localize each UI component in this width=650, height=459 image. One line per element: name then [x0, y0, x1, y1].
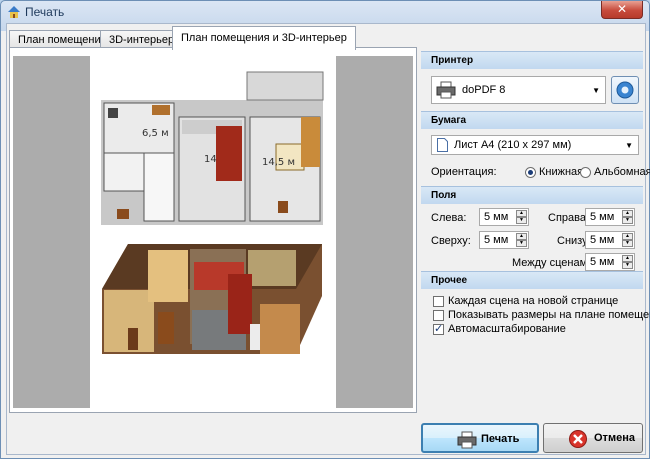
- portrait-radio[interactable]: [525, 167, 536, 178]
- cancel-button-label: Отмена: [594, 432, 635, 444]
- paper-sheet: 6,5 м 14 14,5 м: [90, 56, 336, 408]
- section-header-margins: Поля: [421, 186, 643, 204]
- margin-left-value: 5 мм: [484, 211, 509, 223]
- chevron-down-icon: ▼: [625, 141, 633, 150]
- spinner-arrows[interactable]: ▲ ▼: [516, 233, 527, 247]
- 3d-interior-image: [102, 244, 322, 354]
- spinner-arrows[interactable]: ▲ ▼: [516, 210, 527, 224]
- section-header-printer: Принтер: [421, 51, 643, 69]
- printer-name: doPDF 8: [462, 84, 506, 96]
- room-label-kitchen: 6,5 м: [142, 128, 169, 139]
- margin-top-input[interactable]: 5 мм ▲ ▼: [479, 231, 529, 249]
- show-dimensions-label[interactable]: Показывать размеры на плане помещения: [448, 309, 650, 321]
- print-settings-panel: Принтер doPDF 8 ▼ Бумага Лист A4 (210 x …: [421, 49, 650, 413]
- cancel-icon: [569, 430, 587, 448]
- autoscale-checkbox[interactable]: [433, 322, 444, 335]
- close-button[interactable]: ✕: [601, 1, 643, 19]
- new-page-checkbox[interactable]: [433, 296, 444, 307]
- margin-top-label: Сверху:: [431, 235, 471, 247]
- printer-icon: [436, 81, 456, 99]
- preview-panel: 6,5 м 14 14,5 м: [9, 47, 417, 413]
- gear-icon: [616, 81, 634, 99]
- dialog-body: План помещения 3D-интерьер План помещени…: [6, 23, 650, 455]
- print-button[interactable]: Печать: [421, 423, 539, 453]
- window-title: Печать: [25, 5, 65, 19]
- landscape-radio[interactable]: [580, 167, 591, 178]
- section-header-paper: Бумага: [421, 111, 643, 129]
- print-preview-area: 6,5 м 14 14,5 м: [13, 56, 413, 408]
- document-icon: [437, 138, 448, 152]
- portrait-label[interactable]: Книжная: [539, 166, 583, 178]
- landscape-label[interactable]: Альбомная: [594, 166, 650, 178]
- title-bar[interactable]: Печать ✕: [1, 1, 649, 23]
- printer-icon: [457, 431, 477, 449]
- margin-right-input[interactable]: 5 мм ▲ ▼: [585, 208, 635, 226]
- spinner-arrows[interactable]: ▲ ▼: [622, 233, 633, 247]
- cancel-button[interactable]: Отмена: [543, 423, 643, 453]
- margin-top-value: 5 мм: [484, 234, 509, 246]
- paper-size-value: Лист A4 (210 x 297 мм): [454, 139, 572, 151]
- margin-bottom-value: 5 мм: [590, 234, 615, 246]
- scene-gap-label: Между сценами:: [512, 257, 597, 269]
- show-dimensions-checkbox[interactable]: [433, 310, 444, 321]
- spinner-arrows[interactable]: ▲ ▼: [622, 210, 633, 224]
- margin-right-label: Справа:: [548, 212, 590, 224]
- margin-right-value: 5 мм: [590, 211, 615, 223]
- paper-size-select[interactable]: Лист A4 (210 x 297 мм) ▼: [431, 135, 639, 155]
- spinner-arrows[interactable]: ▲ ▼: [622, 255, 633, 269]
- new-page-label[interactable]: Каждая сцена на новой странице: [448, 295, 618, 307]
- margin-left-label: Слева:: [431, 212, 467, 224]
- orientation-label: Ориентация:: [431, 166, 497, 178]
- house-icon: [8, 6, 20, 18]
- print-dialog-window: Печать ✕ План помещения 3D-интерьер План…: [0, 0, 650, 459]
- margin-left-input[interactable]: 5 мм ▲ ▼: [479, 208, 529, 226]
- print-button-label: Печать: [481, 433, 520, 445]
- printer-select[interactable]: doPDF 8 ▼: [431, 76, 606, 104]
- room-label-living: 14: [204, 154, 217, 165]
- scene-gap-value: 5 мм: [590, 256, 615, 268]
- tab-plan-and-3d[interactable]: План помещения и 3D-интерьер: [172, 26, 356, 50]
- scene-gap-input[interactable]: 5 мм ▲ ▼: [585, 253, 635, 271]
- chevron-down-icon: ▼: [592, 86, 600, 95]
- margin-bottom-input[interactable]: 5 мм ▲ ▼: [585, 231, 635, 249]
- printer-settings-button[interactable]: [611, 76, 639, 104]
- section-header-other: Прочее: [421, 271, 643, 289]
- autoscale-label[interactable]: Автомасштабирование: [448, 323, 566, 335]
- room-label-bedroom: 14,5 м: [262, 157, 295, 168]
